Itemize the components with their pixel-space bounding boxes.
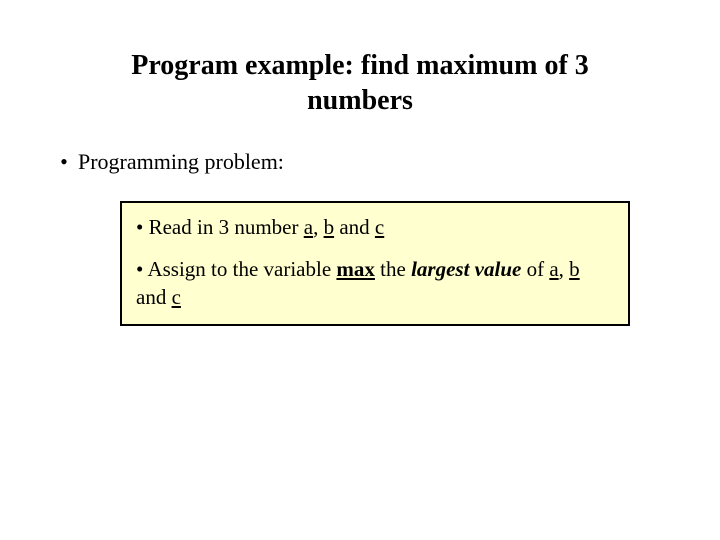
box-text: Assign to the variable (143, 257, 336, 281)
bullet-text: Programming problem: (78, 148, 670, 177)
box-text: Read in 3 number (143, 215, 303, 239)
problem-box: • Read in 3 number a, b and c • Assign t… (120, 201, 630, 326)
box-text: , (559, 257, 570, 281)
box-text: of (521, 257, 549, 281)
box-text: and (136, 285, 172, 309)
var-a: a (549, 257, 558, 281)
bullet-programming-problem: • Programming problem: (50, 148, 670, 177)
var-max: max (336, 257, 375, 281)
var-c: c (375, 215, 384, 239)
var-c: c (172, 285, 181, 309)
box-line-2: • Assign to the variable max the largest… (136, 255, 614, 312)
box-text: , (313, 215, 324, 239)
var-b: b (324, 215, 335, 239)
bullet-marker: • (50, 148, 78, 177)
slide-content: • Programming problem: • Read in 3 numbe… (0, 118, 720, 326)
phrase-largest-value: largest value (411, 257, 521, 281)
box-text: and (334, 215, 375, 239)
slide: Program example: find maximum of 3 numbe… (0, 0, 720, 540)
var-a: a (304, 215, 313, 239)
box-line-1: • Read in 3 number a, b and c (136, 213, 614, 241)
box-text: the (375, 257, 411, 281)
var-b: b (569, 257, 580, 281)
slide-title: Program example: find maximum of 3 numbe… (0, 0, 720, 118)
